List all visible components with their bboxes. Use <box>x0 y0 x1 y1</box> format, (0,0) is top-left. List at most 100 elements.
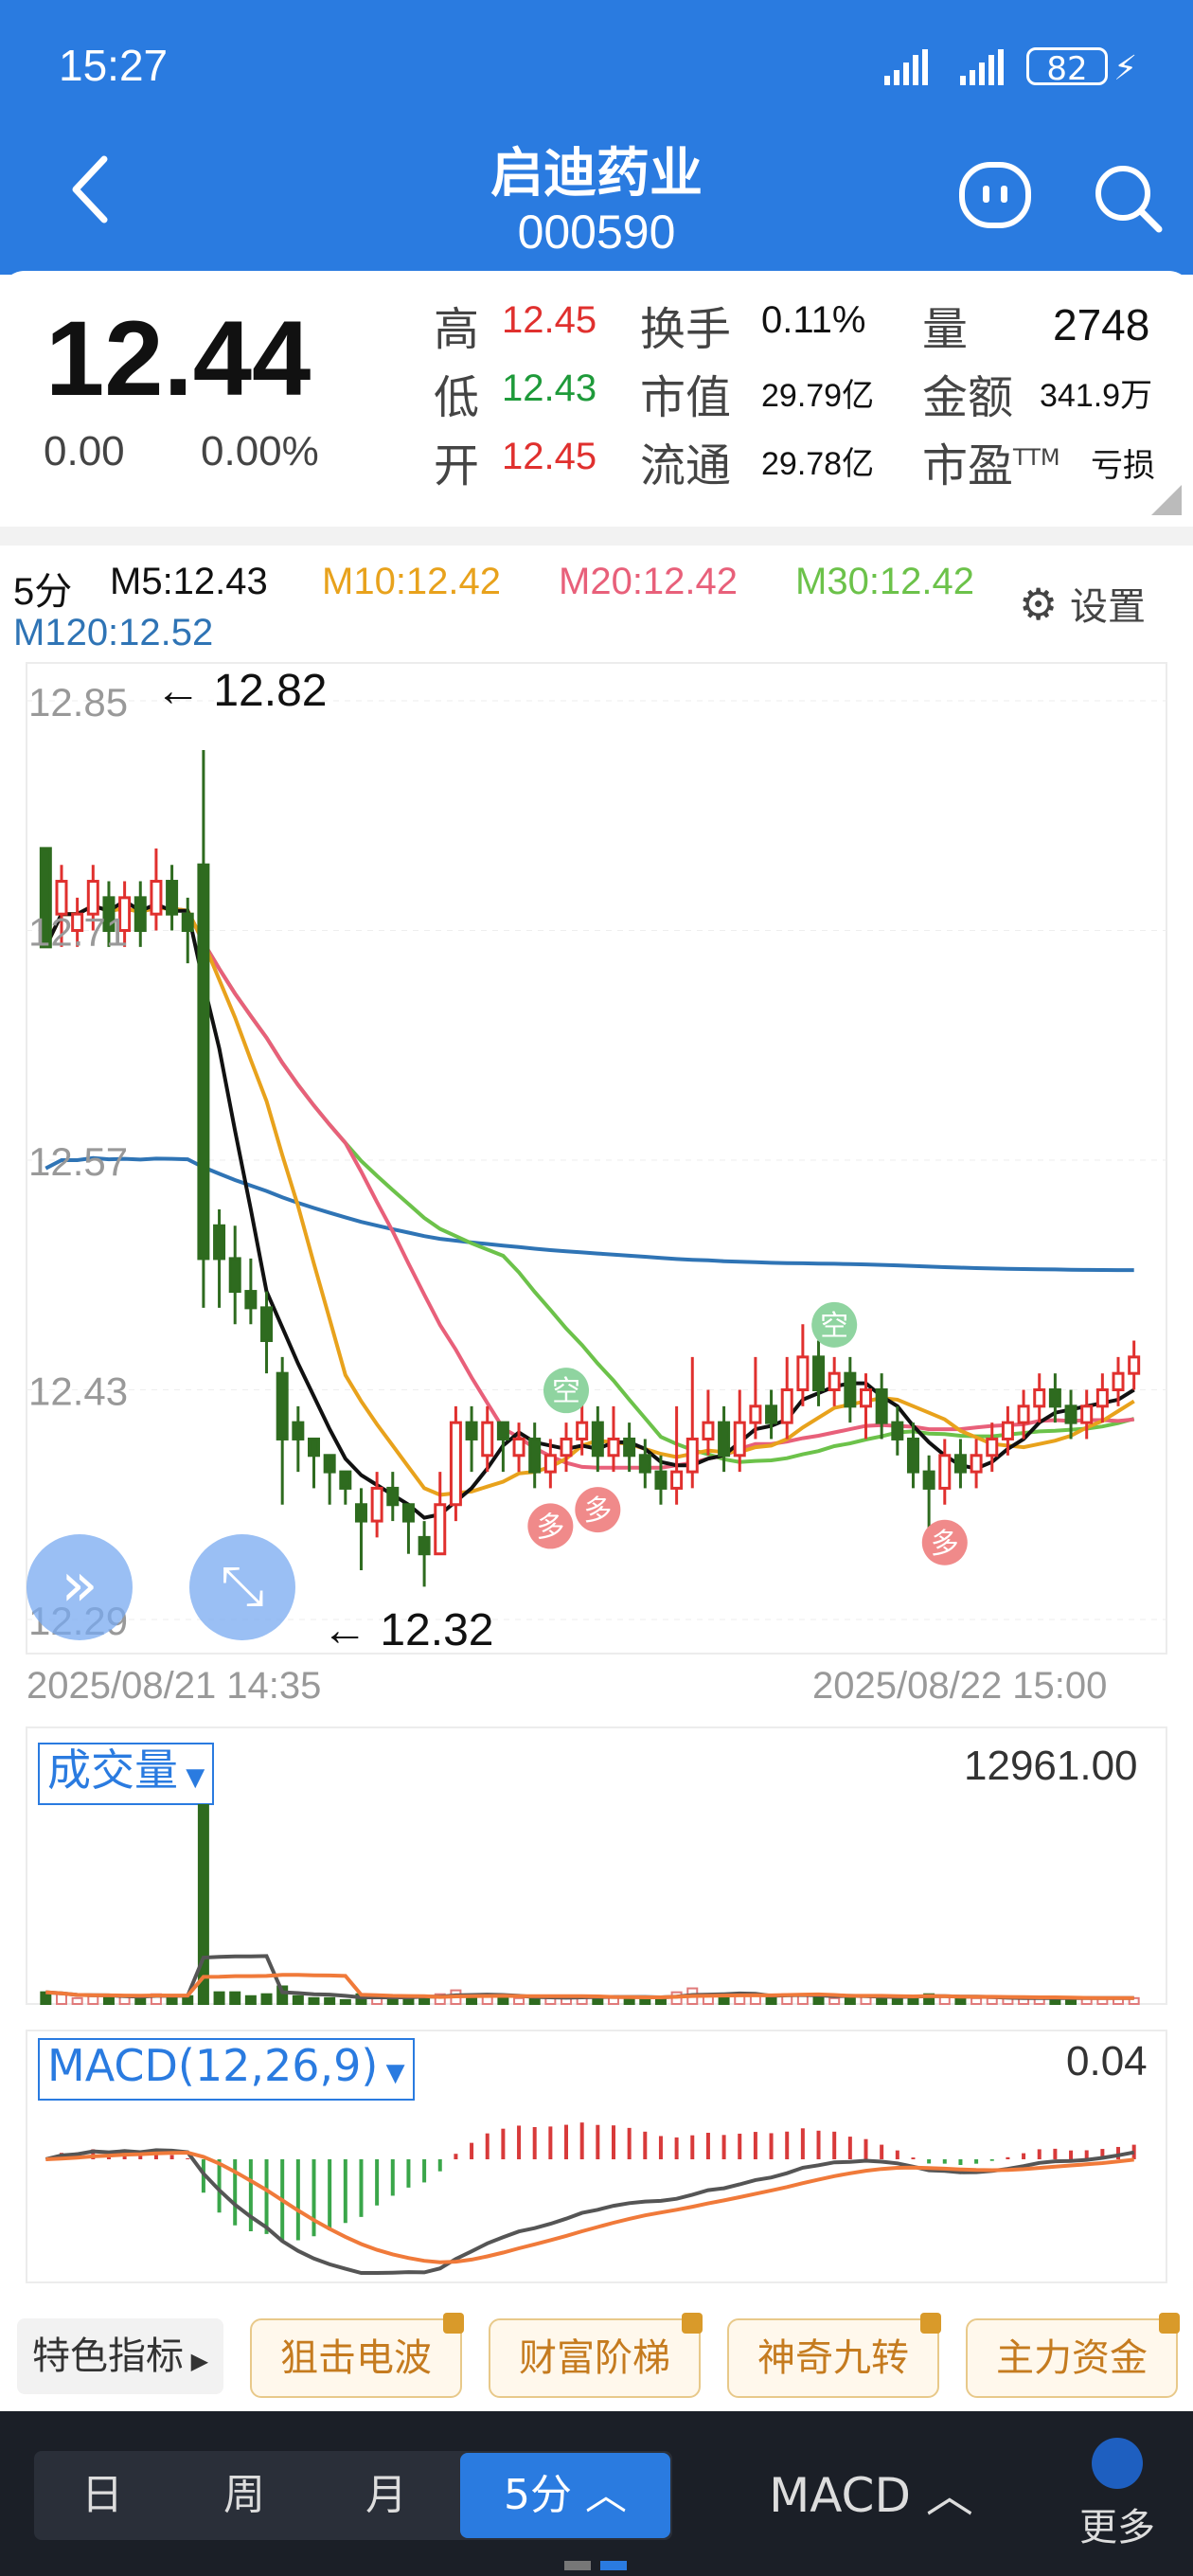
volume-bar <box>244 1995 257 2006</box>
candle-body <box>370 1486 383 1523</box>
volume-chart <box>26 1726 1167 2006</box>
ma20-label: M20:12.42 <box>559 561 739 602</box>
candle-body <box>386 1486 400 1507</box>
pe-sup: TTM <box>1013 444 1060 471</box>
expand-corner-icon[interactable] <box>1151 485 1182 515</box>
special-indicators-label: 特色指标 <box>31 2334 184 2378</box>
indicator-chip-nine[interactable]: 神奇九转 <box>727 2313 941 2398</box>
chevron-up-icon: ︿ <box>910 2468 973 2523</box>
candle-body <box>418 1535 431 1556</box>
candle-body <box>844 1371 857 1408</box>
volume-bar <box>828 1996 841 2005</box>
candle-body <box>150 880 163 916</box>
signal-label: 多 <box>931 1529 959 1560</box>
more-icon <box>1092 2438 1143 2489</box>
candle-body <box>733 1421 746 1458</box>
candle-body <box>1080 1404 1094 1424</box>
period-tab-5min[interactable]: 5分 ︿ <box>460 2453 670 2538</box>
volume-bar <box>497 1996 509 2005</box>
candle-body <box>607 1437 620 1458</box>
period-label: 5分 <box>13 571 73 613</box>
macd-chart <box>26 2030 1167 2283</box>
amount-label: 金额 <box>922 371 1014 424</box>
candle-body <box>465 1421 478 1440</box>
lock-icon <box>443 2313 464 2334</box>
volume-bar <box>71 1996 83 2005</box>
candle-body <box>276 1371 289 1440</box>
indicator-chip-wealth[interactable]: 财富阶梯 <box>489 2313 703 2398</box>
period-tab-month[interactable]: 月 <box>322 2453 451 2538</box>
candle-body <box>718 1421 731 1458</box>
chevron-right-icon: ▶ <box>183 2348 209 2374</box>
collapse-arrow-button[interactable]: » <box>27 1534 133 1640</box>
period-tab-day[interactable]: 日 <box>38 2453 167 2538</box>
signal-label: 空 <box>820 1311 848 1342</box>
volume-bar <box>55 1993 67 2005</box>
settings-button[interactable]: ⚙ 设置 <box>1019 576 1146 631</box>
page-indicator <box>564 2561 591 2570</box>
fullscreen-button[interactable]: ⤡ <box>189 1534 295 1640</box>
volume-bar <box>308 1996 320 2005</box>
y-tick-label: 12.43 <box>28 1369 128 1414</box>
volume-label: 量 <box>922 303 969 356</box>
y-tick-label: 12.71 <box>28 910 128 955</box>
volume-bar <box>87 1995 99 2006</box>
indicator-tab-macd[interactable]: MACD ︿ <box>757 2453 985 2538</box>
signal-icon <box>881 47 1023 93</box>
period-tab-week[interactable]: 周 <box>180 2453 309 2538</box>
price-change-pct: 0.00% <box>201 428 319 474</box>
candle-body <box>670 1470 684 1490</box>
special-indicators-button[interactable]: 特色指标 ▶ <box>17 2318 223 2394</box>
candle-body <box>828 1371 841 1392</box>
volume-bar <box>339 1998 351 2006</box>
chip-label: 财富阶梯 <box>519 2336 670 2380</box>
volume-bar <box>260 1993 273 2005</box>
turnover-value: 0.11% <box>761 299 866 341</box>
candle-body <box>1001 1421 1014 1440</box>
candle-body <box>481 1421 494 1458</box>
status-time: 15:27 <box>59 41 169 90</box>
period-tab-5min-label: 5分 <box>504 2471 572 2519</box>
candle-body <box>986 1437 999 1458</box>
volume-bar <box>229 1991 241 2006</box>
candle-body <box>686 1437 699 1474</box>
chat-icon[interactable] <box>958 161 1034 237</box>
top-header: 15:27 82 ⚡ 启迪药业 000590 <box>0 0 1193 275</box>
candle-body <box>953 1454 967 1474</box>
candle-body <box>1064 1404 1077 1424</box>
indicator-chip-sniper[interactable]: 狙击电波 <box>250 2313 464 2398</box>
short-signal-badge: 空 <box>811 1301 858 1348</box>
kline-chart[interactable]: 空多多空多 12.8512.7112.5712.4312.29 <box>0 653 1193 1667</box>
search-icon[interactable] <box>1091 161 1166 241</box>
candle-body <box>1017 1404 1030 1424</box>
candle-body <box>166 880 179 916</box>
low-annotation: ← 12.32 <box>322 1605 494 1655</box>
mktcap-value: 29.79亿 <box>761 378 875 414</box>
more-button[interactable]: 更多 <box>1060 2438 1174 2561</box>
candle-body <box>702 1421 715 1440</box>
low-value: 12.43 <box>502 367 597 409</box>
quote-panel: 12.44 0.00 0.00% 高 12.45 低 12.43 开 12.45… <box>0 271 1193 527</box>
price-change: 0.00 <box>44 428 125 474</box>
high-label: 高 <box>434 303 480 356</box>
settings-label: 设置 <box>1069 585 1146 629</box>
candle-body <box>623 1437 636 1458</box>
candle-body <box>354 1503 367 1523</box>
more-label: 更多 <box>1079 2506 1155 2549</box>
candle-body <box>339 1470 352 1490</box>
candle-body <box>401 1503 415 1523</box>
indicator-chip-capital[interactable]: 主力资金 <box>966 2313 1180 2398</box>
volume-bar <box>213 1991 225 2006</box>
candle-body <box>922 1470 935 1490</box>
x-start-label: 2025/08/21 14:35 <box>27 1665 322 1707</box>
candle-body <box>576 1421 589 1440</box>
candle-body <box>292 1421 305 1440</box>
candle-body <box>134 896 147 933</box>
candle-body <box>591 1421 604 1458</box>
candle-body <box>197 863 210 1261</box>
gear-icon: ⚙ <box>1019 579 1059 630</box>
page-indicator-active <box>600 2561 627 2570</box>
candle-body <box>891 1421 904 1440</box>
signal-label: 多 <box>536 1512 564 1543</box>
candle-body <box>638 1454 651 1474</box>
